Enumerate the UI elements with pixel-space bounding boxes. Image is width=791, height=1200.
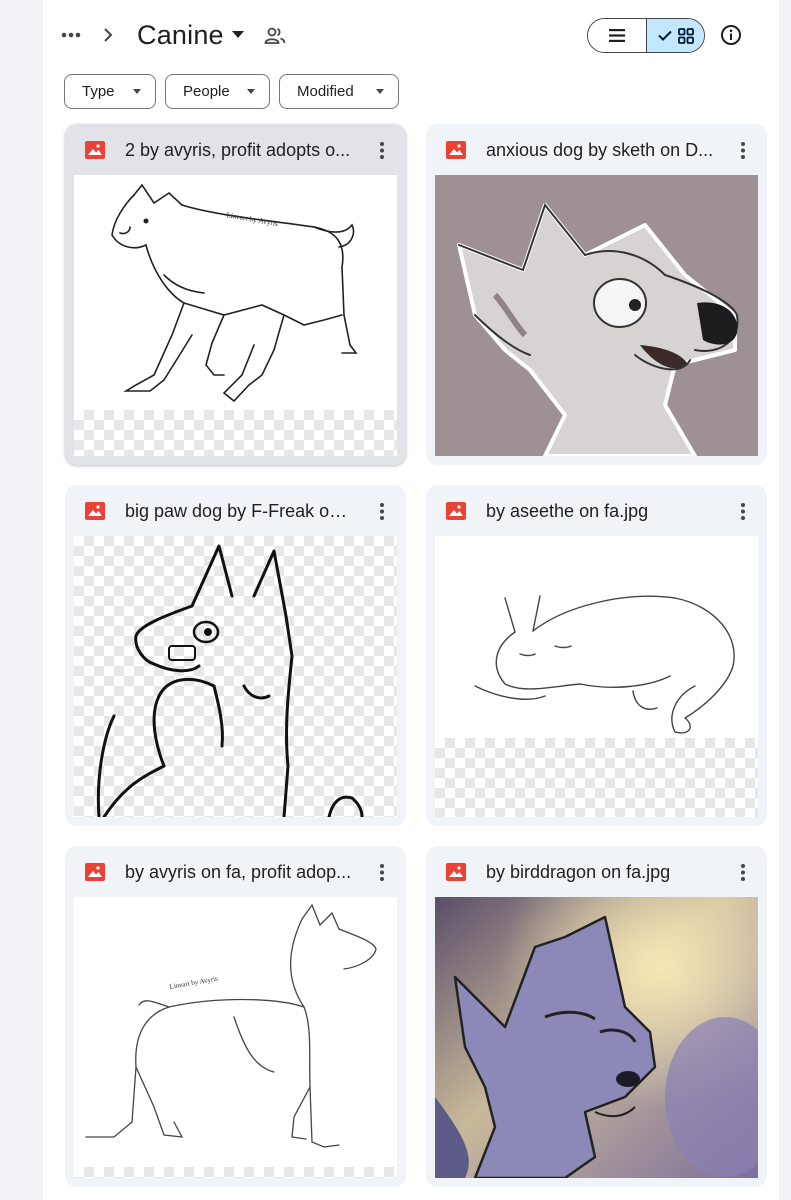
file-name: by aseethe on fa.jpg: [486, 501, 649, 521]
image-file-icon: [85, 141, 105, 159]
header: Canine: [0, 0, 791, 70]
list-view-button[interactable]: [588, 19, 646, 52]
more-actions-button[interactable]: [732, 138, 754, 162]
view-toggle: [587, 18, 705, 53]
thumbnail-image: [74, 536, 397, 817]
thumbnail-image: [435, 175, 758, 456]
more-vert-icon: [741, 863, 745, 881]
info-icon: [721, 25, 741, 45]
folder-title-button[interactable]: Canine: [137, 16, 244, 54]
thumbnail-image: Lineart by Avyris: [74, 897, 397, 1178]
check-icon: [657, 30, 672, 41]
more-vert-icon: [741, 141, 745, 159]
file-card[interactable]: by avyris on fa, profit adop... Lineart …: [65, 846, 406, 1187]
thumbnail-image: [435, 536, 758, 817]
filter-people[interactable]: People: [165, 74, 270, 109]
thumbnail-image: Lineart by Avyris: [74, 175, 397, 456]
more-vert-icon: [380, 863, 384, 881]
watermark-text: Lineart by Avyris: [169, 975, 219, 991]
file-card[interactable]: 2 by avyris, profit adopts o... Lineart …: [65, 124, 406, 465]
more-actions-button[interactable]: [732, 499, 754, 523]
filter-type-label: Type: [82, 83, 115, 100]
file-card[interactable]: by aseethe on fa.jpg: [426, 485, 767, 826]
grid-view-button[interactable]: [646, 19, 704, 52]
more-path-button[interactable]: [58, 22, 84, 48]
image-file-icon: [85, 863, 105, 881]
more-vert-icon: [380, 502, 384, 520]
image-file-icon: [446, 141, 466, 159]
filter-people-label: People: [183, 83, 230, 100]
grid-icon: [677, 27, 694, 44]
more-horiz-icon: [61, 32, 81, 38]
file-card[interactable]: big paw dog by F-Freak on ...: [65, 485, 406, 826]
dropdown-arrow-icon: [247, 89, 255, 94]
image-file-icon: [446, 863, 466, 881]
file-card[interactable]: by birddragon on fa.jpg: [426, 846, 767, 1187]
file-card[interactable]: anxious dog by sketh on D...: [426, 124, 767, 465]
more-actions-button[interactable]: [732, 860, 754, 884]
filter-type[interactable]: Type: [64, 74, 156, 109]
file-name: big paw dog by F-Freak on ...: [125, 501, 357, 521]
image-file-icon: [446, 502, 466, 520]
file-name: by avyris on fa, profit adop...: [125, 862, 352, 882]
more-vert-icon: [380, 141, 384, 159]
more-actions-button[interactable]: [371, 860, 393, 884]
filter-modified-label: Modified: [297, 83, 354, 100]
dropdown-arrow-icon: [133, 89, 141, 94]
watermark-text: Lineart by Avyris: [226, 210, 279, 228]
file-name: 2 by avyris, profit adopts o...: [125, 140, 351, 160]
filter-modified[interactable]: Modified: [279, 74, 399, 109]
more-actions-button[interactable]: [371, 499, 393, 523]
dropdown-arrow-icon: [376, 89, 384, 94]
info-button[interactable]: [717, 21, 745, 49]
caret-down-icon: [231, 31, 244, 38]
more-vert-icon: [741, 502, 745, 520]
chevron-right-icon: [98, 22, 118, 48]
list-icon: [609, 29, 625, 42]
image-file-icon: [85, 502, 105, 520]
thumbnail-image: [435, 897, 758, 1178]
file-name: anxious dog by sketh on D...: [486, 140, 714, 160]
more-actions-button[interactable]: [371, 138, 393, 162]
file-name: by birddragon on fa.jpg: [486, 862, 671, 882]
folder-title: Canine: [137, 19, 224, 50]
shared-folder-icon[interactable]: [262, 23, 288, 49]
